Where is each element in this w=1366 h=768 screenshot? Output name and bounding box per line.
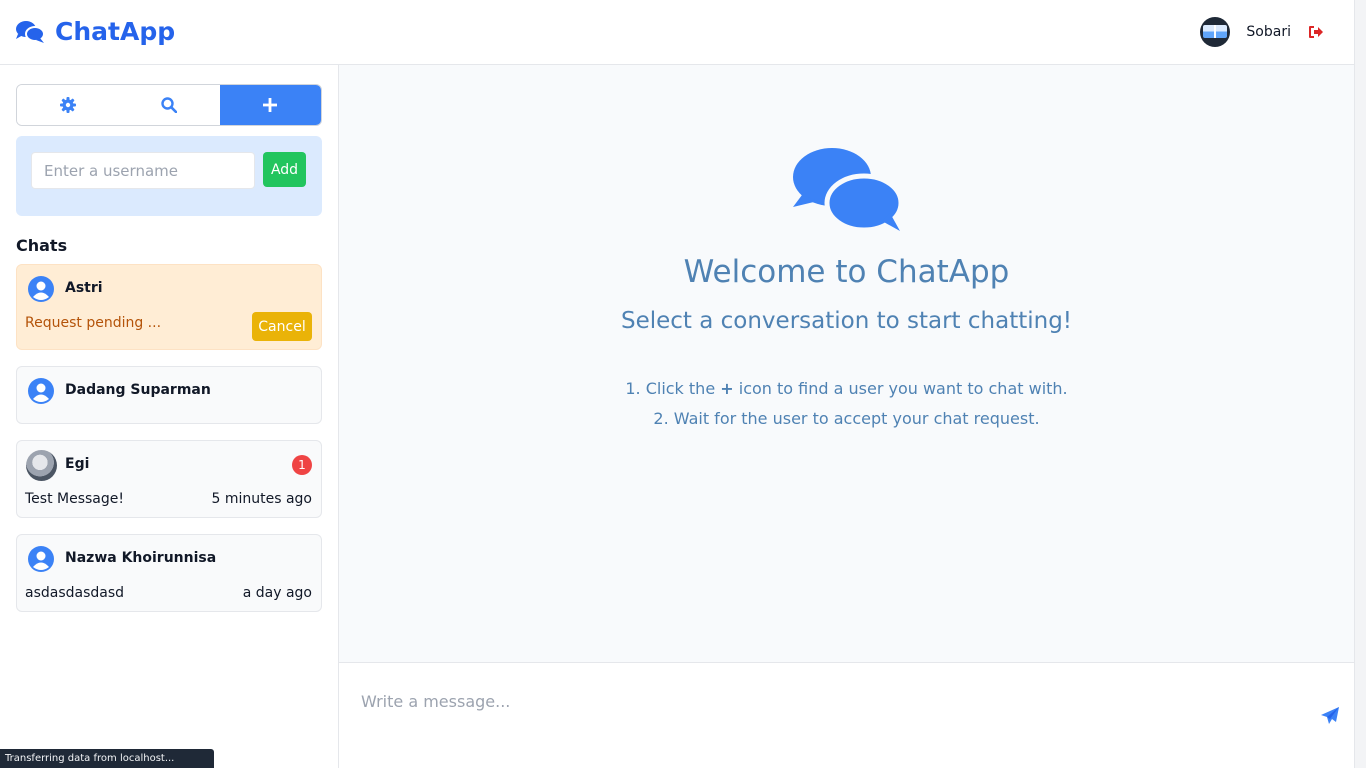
sidebar: Add Chats Astri Request pending ... Canc…: [0, 65, 339, 768]
chat-name: Egi: [65, 456, 90, 472]
last-message-time: a day ago: [242, 585, 312, 601]
chat-item-dadang-suparman[interactable]: Dadang Suparman: [16, 366, 322, 424]
plus-icon: +: [720, 379, 734, 398]
unread-badge: 1: [292, 455, 312, 475]
cancel-request-button[interactable]: Cancel: [252, 312, 312, 341]
chat-name: Dadang Suparman: [65, 382, 211, 398]
brand[interactable]: ChatApp: [16, 17, 175, 46]
user-name: Sobari: [1246, 24, 1291, 40]
conversation-area: Welcome to ChatApp Select a conversation…: [339, 65, 1354, 662]
app-name: ChatApp: [55, 17, 176, 46]
search-icon: [161, 97, 177, 113]
gear-icon: [59, 97, 76, 113]
instructions: 1. Click the + icon to find a user you w…: [339, 374, 1354, 434]
welcome-subtitle: Select a conversation to start chatting!: [620, 308, 1073, 334]
message-input[interactable]: [361, 683, 1261, 719]
tab-add-user[interactable]: [219, 85, 321, 125]
instruction-step-2: 2. Wait for the user to accept your chat…: [653, 409, 1040, 428]
paper-plane-icon[interactable]: [1320, 706, 1340, 726]
chat-name: Nazwa Khoirunnisa: [65, 550, 217, 566]
last-message: asdasdasdasd: [25, 585, 125, 601]
message-composer: [339, 662, 1354, 768]
add-user-panel: Add: [16, 136, 322, 216]
avatar: [26, 450, 57, 481]
sidebar-tabs: [16, 84, 322, 126]
user-circle-icon: [28, 378, 54, 404]
user-circle-icon: [28, 546, 54, 572]
add-user-button[interactable]: Add: [263, 152, 306, 187]
welcome-title: Welcome to ChatApp: [683, 254, 1010, 290]
page-scrollbar[interactable]: [1354, 0, 1366, 768]
comments-icon: [16, 20, 44, 43]
tab-search[interactable]: [118, 85, 220, 125]
chats-heading: Chats: [16, 236, 68, 255]
top-header: ChatApp Sobari: [0, 0, 1354, 65]
sign-out-icon[interactable]: [1308, 25, 1324, 39]
tab-settings[interactable]: [17, 85, 119, 125]
comments-icon: [793, 148, 902, 231]
user-circle-icon: [28, 276, 54, 302]
chat-item-egi[interactable]: Egi 1 Test Message! 5 minutes ago: [16, 440, 322, 518]
last-message: Test Message!: [25, 491, 124, 507]
plus-icon: [263, 98, 278, 112]
pending-status: Request pending ...: [25, 315, 162, 331]
chat-item-nazwa-khoirunnisa[interactable]: Nazwa Khoirunnisa asdasdasdasd a day ago: [16, 534, 322, 612]
instruction-step-1: 1. Click the + icon to find a user you w…: [625, 379, 1068, 398]
last-message-time: 5 minutes ago: [211, 491, 312, 507]
chat-item-astri[interactable]: Astri Request pending ... Cancel: [16, 264, 322, 350]
chat-name: Astri: [65, 280, 103, 296]
username-input[interactable]: [31, 152, 255, 189]
browser-status-bar: Transferring data from localhost...: [0, 749, 214, 768]
user-menu: Sobari: [1200, 17, 1324, 47]
user-avatar[interactable]: [1200, 17, 1231, 47]
